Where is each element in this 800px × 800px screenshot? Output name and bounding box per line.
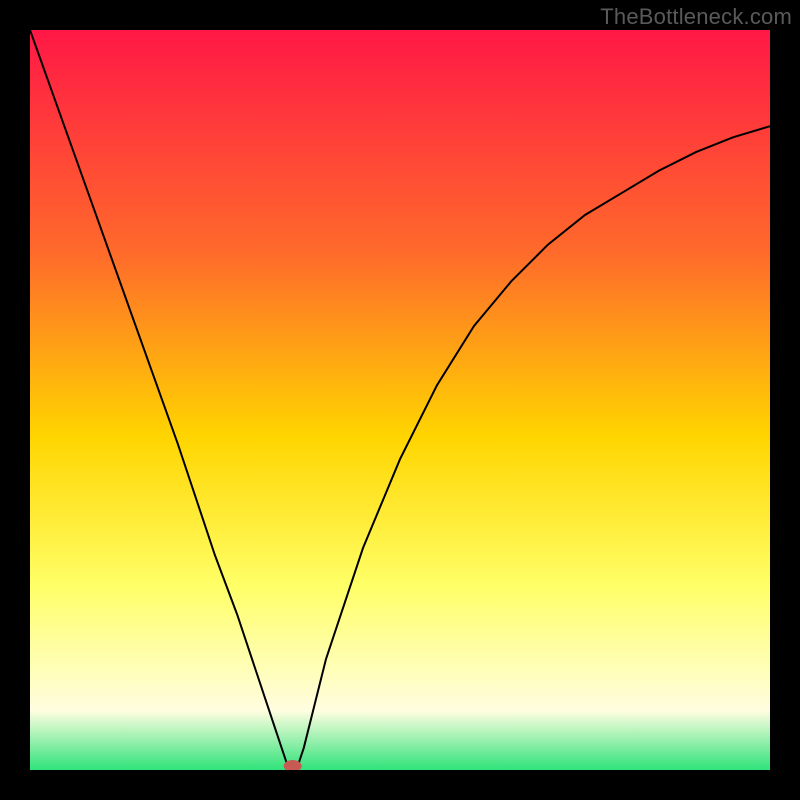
chart-frame: TheBottleneck.com bbox=[0, 0, 800, 800]
gradient-background bbox=[30, 30, 770, 770]
watermark-text: TheBottleneck.com bbox=[600, 4, 792, 30]
plot-area bbox=[30, 30, 770, 770]
chart-svg bbox=[30, 30, 770, 770]
